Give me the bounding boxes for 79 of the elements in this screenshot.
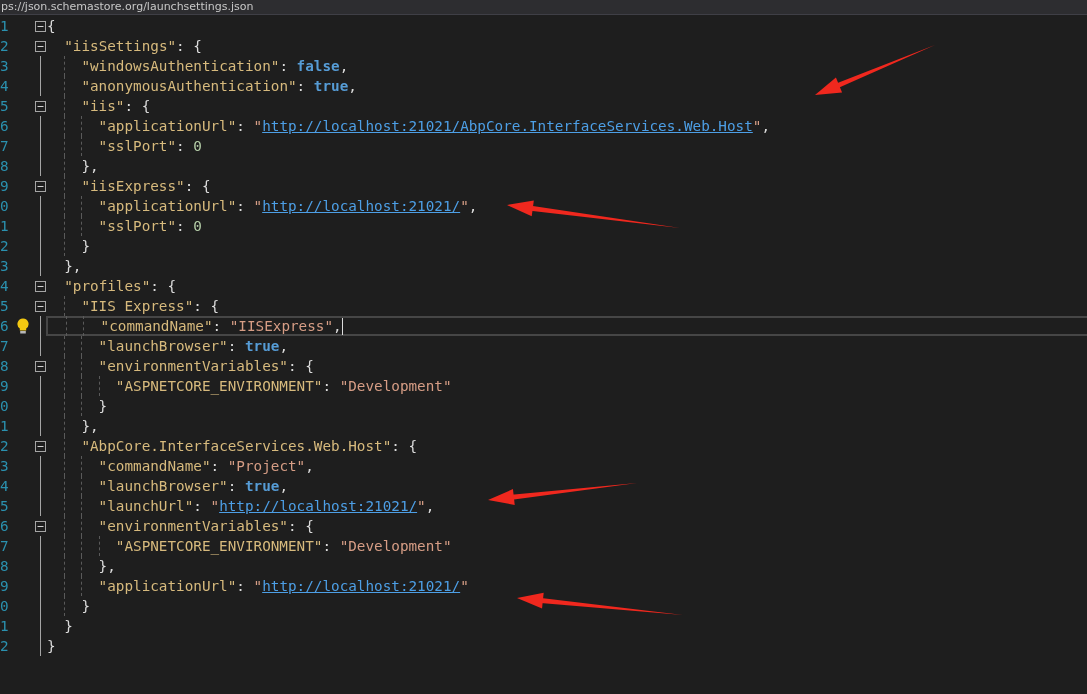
collapse-icon[interactable]: [34, 100, 46, 112]
line-number: 8: [0, 357, 10, 376]
line-number: 6: [0, 117, 10, 136]
line-number: 2: [0, 637, 10, 656]
collapse-icon[interactable]: [34, 520, 46, 532]
lightbulb-icon[interactable]: [17, 318, 29, 334]
code-line: {: [47, 18, 56, 34]
code-line: }: [81, 598, 90, 614]
line-number: 2: [0, 37, 10, 56]
code-line: },: [98, 558, 116, 574]
line-number: 9: [0, 577, 10, 596]
line-number: 4: [0, 477, 10, 496]
collapse-icon[interactable]: [34, 300, 46, 312]
code-line: },: [64, 258, 82, 274]
line-number: 8: [0, 157, 10, 176]
line-number: 4: [0, 277, 10, 296]
line-number: 5: [0, 97, 10, 116]
line-number: 7: [0, 137, 10, 156]
line-number: 2: [0, 237, 10, 256]
code-line: "sslPort": 0: [98, 218, 202, 234]
line-number: 2: [0, 437, 10, 456]
code-line: "applicationUrl": "http://localhost:21021/",: [98, 198, 478, 214]
code-line: "iisExpress": {: [81, 178, 211, 194]
code-line: "launchBrowser": true,: [98, 478, 288, 494]
address-text: ps://json.schemastore.org/launchsettings.json: [1, 0, 254, 13]
code-line: "sslPort": 0: [98, 138, 202, 154]
code-line: "windowsAuthentication": false,: [81, 58, 349, 74]
line-number: 5: [0, 497, 10, 516]
url-link[interactable]: http://localhost:21021/AbpCore.InterfaceServices.Web.Host: [262, 118, 753, 134]
code-line: "iisSettings": {: [64, 38, 202, 54]
line-number: 3: [0, 57, 10, 76]
code-line: "environmentVariables": {: [98, 358, 314, 374]
code-line: "launchUrl": "http://localhost:21021/",: [98, 498, 435, 514]
code-line: "iis": {: [81, 98, 151, 114]
code-line: },: [81, 418, 99, 434]
line-number: 6: [0, 317, 10, 336]
line-number: 3: [0, 257, 10, 276]
code-line: }: [81, 238, 90, 254]
code-line: "AbpCore.InterfaceServices.Web.Host": {: [81, 438, 418, 454]
line-number: 1: [0, 17, 10, 36]
line-number: 4: [0, 77, 10, 96]
collapse-icon[interactable]: [34, 20, 46, 32]
collapse-icon[interactable]: [34, 360, 46, 372]
line-number: 9: [0, 377, 10, 396]
line-number: 0: [0, 197, 10, 216]
line-number: 3: [0, 457, 10, 476]
url-link[interactable]: http://localhost:21021/: [219, 498, 418, 514]
collapse-icon[interactable]: [34, 40, 46, 52]
code-line: "applicationUrl": "http://localhost:21021/AbpCore.InterfaceServices.Web.Host",: [98, 118, 770, 134]
line-number: 1: [0, 617, 10, 636]
line-number: 7: [0, 337, 10, 356]
line-number: 9: [0, 177, 10, 196]
code-line: "applicationUrl": "http://localhost:21021/": [98, 578, 469, 594]
code-line: "ASPNETCORE_ENVIRONMENT": "Development": [115, 378, 452, 394]
collapse-icon[interactable]: [34, 280, 46, 292]
code-line: "ASPNETCORE_ENVIRONMENT": "Development": [115, 538, 452, 554]
code-line: "IIS Express": {: [81, 298, 220, 314]
code-line: }: [98, 398, 108, 414]
line-number: 6: [0, 517, 10, 536]
code-line: "anonymousAuthentication": true,: [81, 78, 357, 94]
code-line: }: [64, 618, 73, 634]
line-number: 7: [0, 537, 10, 556]
code-line: "launchBrowser": true,: [98, 338, 288, 354]
line-number: 8: [0, 557, 10, 576]
collapse-icon[interactable]: [34, 440, 46, 452]
collapse-icon[interactable]: [34, 180, 46, 192]
line-number: 5: [0, 297, 10, 316]
line-number: 0: [0, 397, 10, 416]
line-number: 0: [0, 597, 10, 616]
code-line: }: [47, 638, 56, 654]
line-number: 1: [0, 217, 10, 236]
url-link[interactable]: http://localhost:21021/: [262, 198, 461, 214]
code-line: "environmentVariables": {: [98, 518, 314, 534]
code-line: "commandName": "Project",: [98, 458, 314, 474]
line-number: 1: [0, 417, 10, 436]
code-line: "profiles": {: [64, 278, 177, 294]
code-line: "commandName": "IISExpress",: [100, 318, 342, 334]
url-link[interactable]: http://localhost:21021/: [262, 578, 461, 594]
code-line: },: [81, 158, 99, 174]
